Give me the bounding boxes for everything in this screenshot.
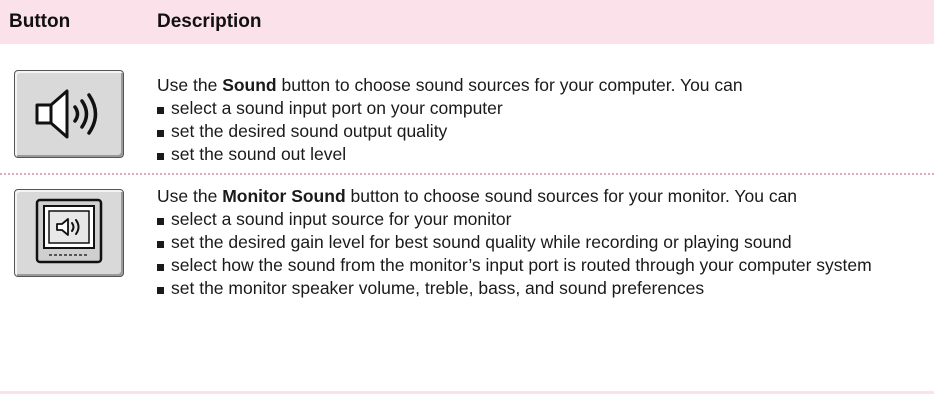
table-header: Button Description bbox=[0, 0, 934, 44]
button-name: Sound bbox=[222, 75, 277, 95]
monitor-sound-icon bbox=[35, 198, 103, 264]
header-button: Button bbox=[9, 11, 71, 32]
bullet-list: select a sound input source for your mon… bbox=[157, 208, 927, 300]
row-description: Use the Sound button to choose sound sou… bbox=[157, 74, 927, 166]
bullet-list: select a sound input port on your comput… bbox=[157, 97, 927, 166]
list-item: set the desired gain level for best soun… bbox=[157, 231, 927, 254]
monitor-sound-button[interactable] bbox=[14, 189, 124, 277]
list-item: select a sound input port on your comput… bbox=[157, 97, 927, 120]
button-name: Monitor Sound bbox=[222, 186, 346, 206]
header-description: Description bbox=[157, 11, 262, 32]
speaker-sound-icon bbox=[35, 89, 98, 139]
table-bottom-rule bbox=[0, 391, 934, 394]
row-intro: Use the Monitor Sound button to choose s… bbox=[157, 186, 798, 206]
list-item: set the sound out level bbox=[157, 143, 927, 166]
list-item: select a sound input source for your mon… bbox=[157, 208, 927, 231]
table-row: Use the Sound button to choose sound sou… bbox=[0, 64, 934, 164]
table-row: Use the Monitor Sound button to choose s… bbox=[0, 183, 934, 388]
row-divider bbox=[0, 173, 934, 175]
row-intro: Use the Sound button to choose sound sou… bbox=[157, 75, 743, 95]
list-item: set the desired sound output quality bbox=[157, 120, 927, 143]
list-item: set the monitor speaker volume, treble, … bbox=[157, 277, 927, 300]
list-item: select how the sound from the monitor’s … bbox=[157, 254, 927, 277]
sound-button[interactable] bbox=[14, 70, 124, 158]
button-description-table: Button Description Use the Sound button … bbox=[0, 0, 934, 397]
row-description: Use the Monitor Sound button to choose s… bbox=[157, 185, 927, 300]
